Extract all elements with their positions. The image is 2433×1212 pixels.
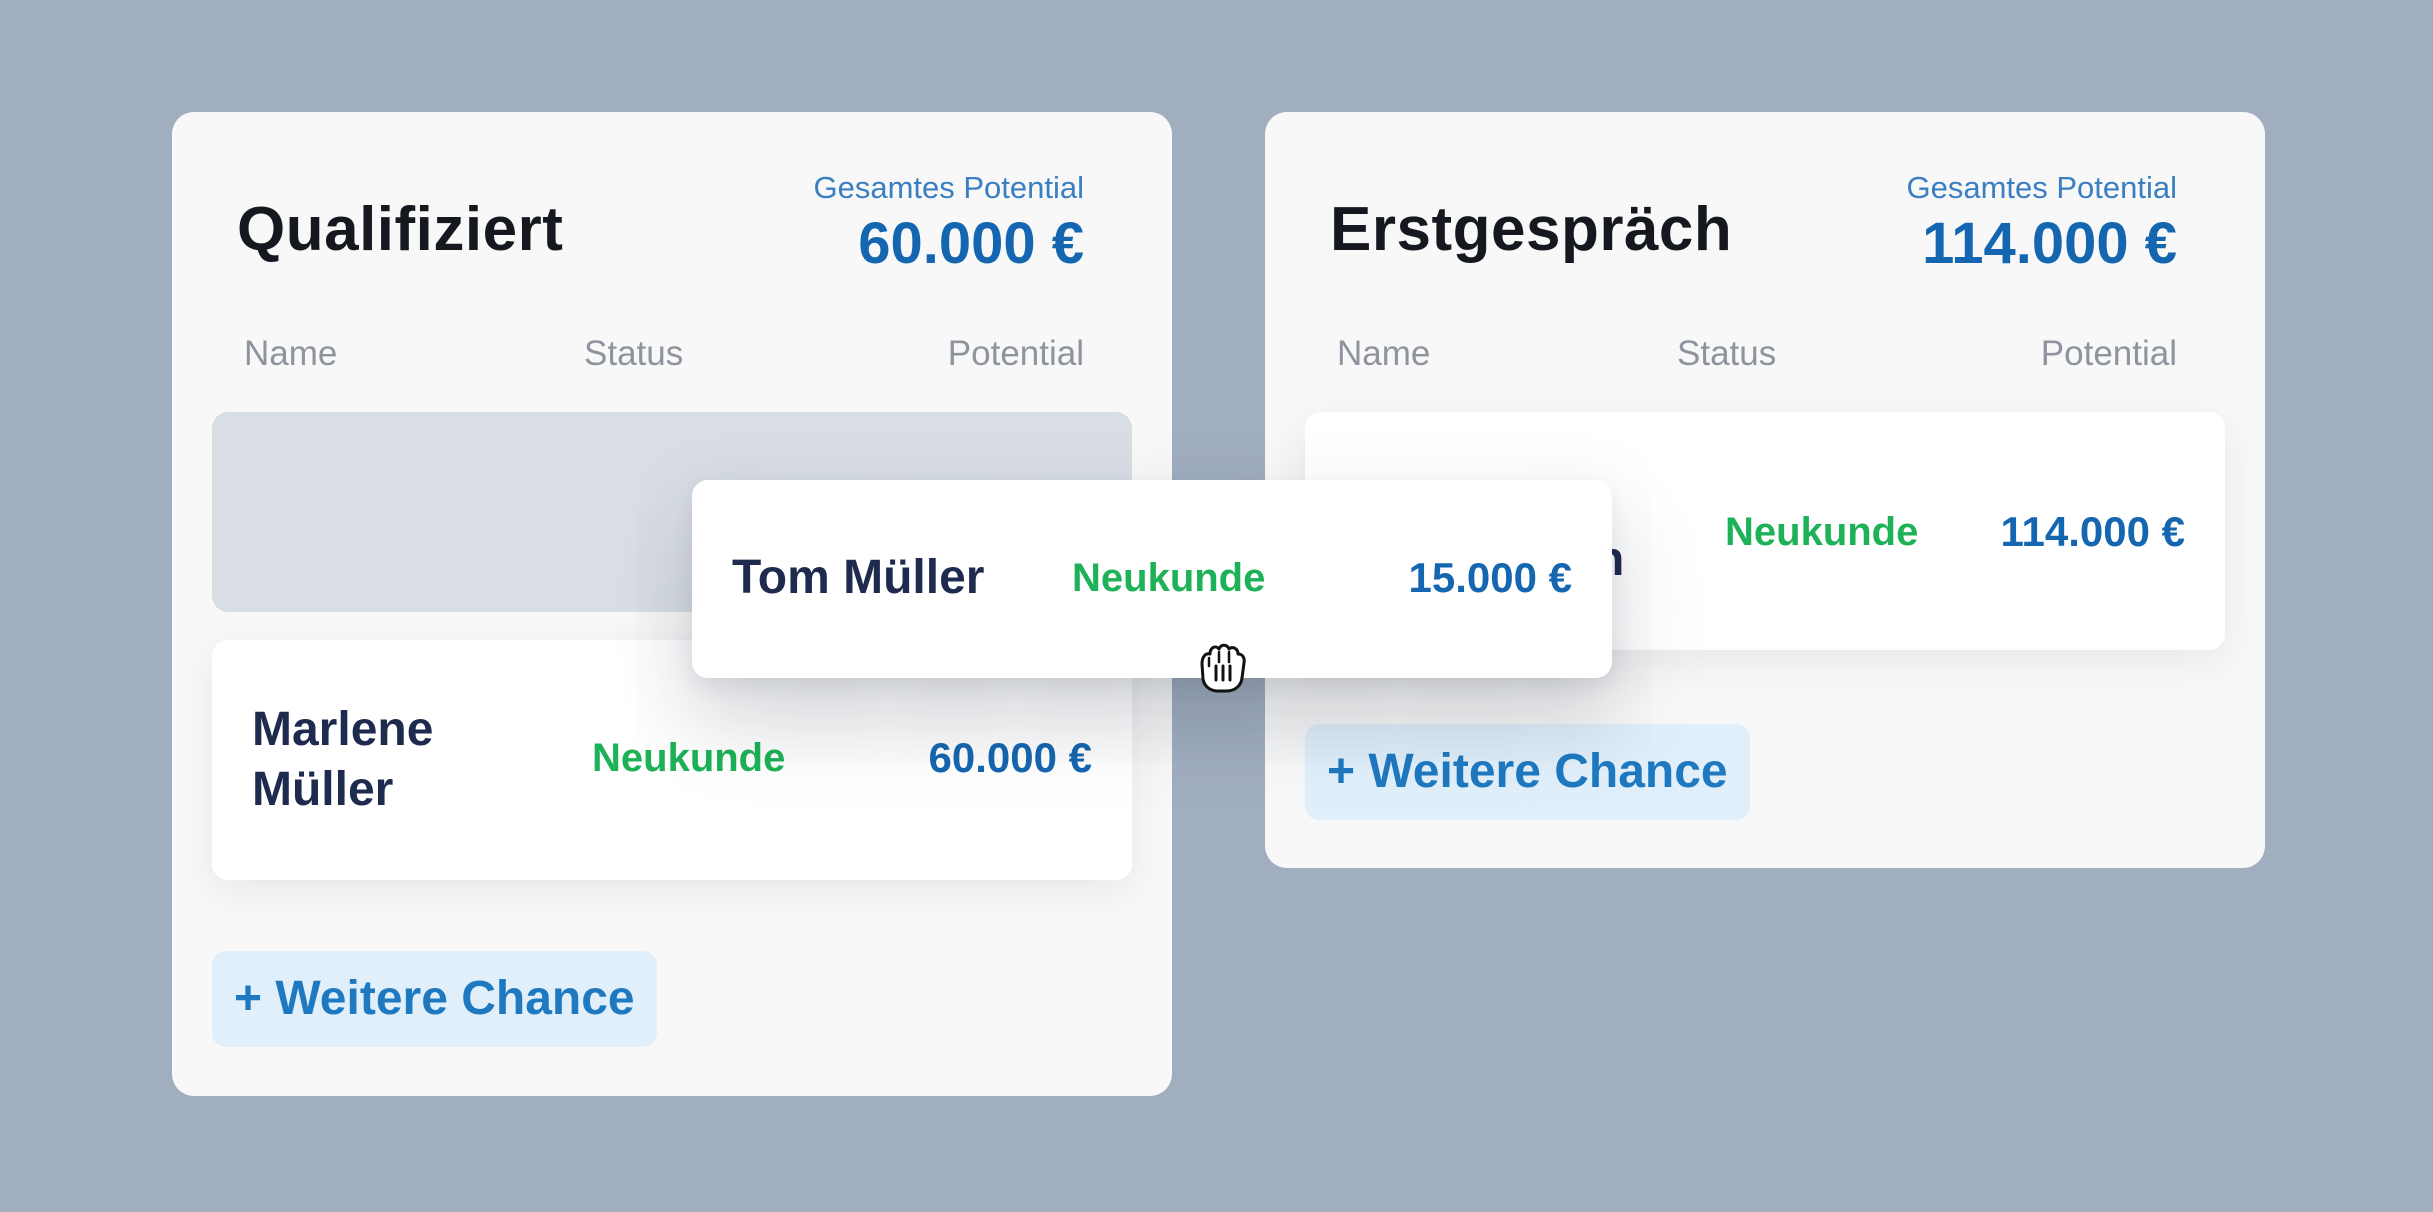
column-title: Erstgespräch [1330,195,1733,264]
grab-hand-icon [1192,636,1252,696]
header-potential: Potential [2040,334,2177,373]
deal-name: Tom Müller [732,551,985,604]
header-status: Status [1677,334,1777,373]
deal-potential: 114.000 € [2000,508,2185,555]
column-title: Qualifiziert [237,195,564,264]
header-status: Status [584,334,684,373]
deal-status: Neukunde [1725,510,1919,554]
column-headers: Name Status Potential [172,334,1172,374]
total-potential-value: 114.000 € [1922,211,2177,276]
dragging-deal-card[interactable]: Tom Müller Neukunde 15.000 € [692,480,1612,678]
deal-status: Neukunde [1072,556,1266,600]
deal-potential: 15.000 € [1408,554,1573,601]
deal-status: Neukunde [592,736,786,780]
column-headers: Name Status Potential [1265,334,2265,374]
add-opportunity-button[interactable]: + Weitere Chance [1305,724,1750,820]
header-name: Name [1337,334,1431,373]
deal-potential: 60.000 € [928,734,1093,781]
header-name: Name [244,334,338,373]
header-potential: Potential [947,334,1084,373]
total-potential-value: 60.000 € [858,211,1084,276]
total-potential-label: Gesamtes Potential [813,170,1084,205]
add-opportunity-button[interactable]: + Weitere Chance [212,951,657,1047]
total-potential-label: Gesamtes Potential [1906,170,2177,205]
deal-name: Marlene Müller [252,703,434,816]
grab-hand-icon-graphic [1200,643,1246,693]
